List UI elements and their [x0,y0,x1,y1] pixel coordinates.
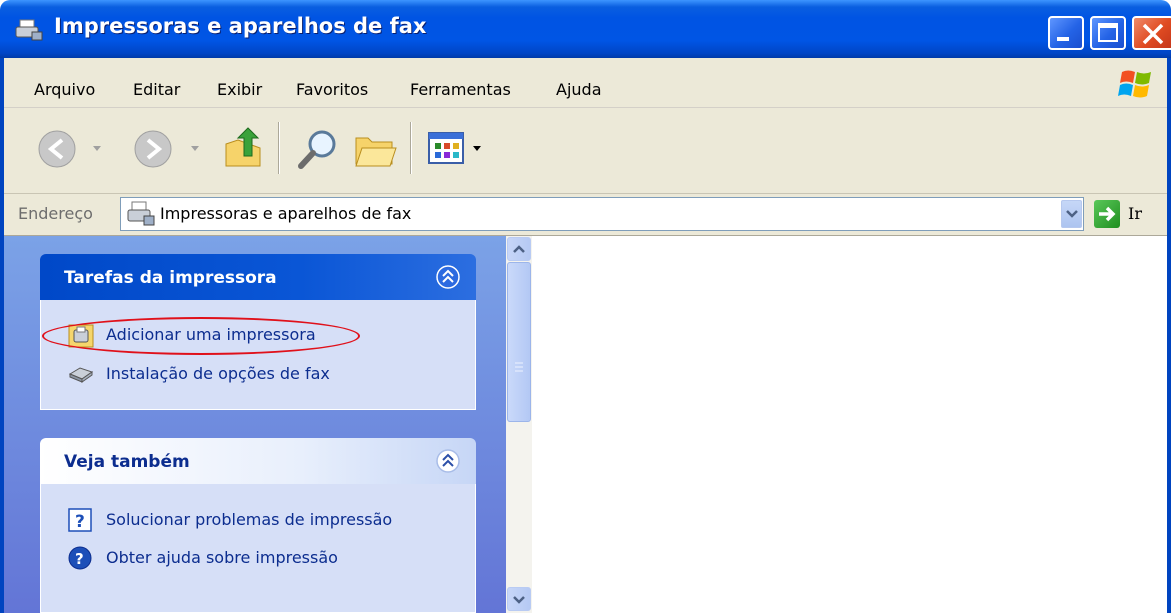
go-label[interactable]: Ir [1128,204,1142,223]
search-icon[interactable] [296,126,340,172]
highlight-annotation [42,317,360,355]
menu-editar[interactable]: Editar [133,80,180,99]
arrow-right-icon [1099,206,1116,222]
go-button[interactable] [1094,200,1120,228]
task-help[interactable]: Obter ajuda sobre impressão [106,548,338,567]
svg-text:?: ? [75,512,85,532]
collapse-icon[interactable] [436,265,460,289]
window-border [0,58,4,613]
scroll-down-button[interactable] [507,587,531,611]
window-border [1167,58,1171,613]
windows-logo-icon [1118,70,1151,98]
address-label: Endereço [18,204,93,223]
title-bar[interactable]: Impressoras e aparelhos de fax [0,0,1171,58]
close-button[interactable] [1132,16,1171,50]
minimize-button[interactable] [1048,16,1084,50]
scroll-up-button[interactable] [507,237,531,261]
folders-icon[interactable] [352,128,398,170]
window-title: Impressoras e aparelhos de fax [54,14,427,38]
group-title: Veja também [64,452,190,472]
views-dropdown-icon[interactable] [472,145,482,153]
up-folder-icon[interactable] [222,126,266,172]
task-fax-setup[interactable]: Instalação de opções de fax [106,364,330,383]
content-area[interactable] [532,236,1171,613]
scroll-thumb[interactable] [507,262,531,422]
svg-text:?: ? [75,550,84,568]
printer-tasks-header[interactable]: Tarefas da impressora [40,254,476,300]
menu-items: Arquivo Editar Exibir Favoritos Ferramen… [0,58,1171,108]
forward-dropdown-icon[interactable] [190,145,200,153]
printer-fax-icon [127,201,155,226]
chevron-down-icon [513,596,525,604]
chevron-down-icon [1066,210,1078,218]
minimize-icon [1057,37,1069,41]
menu-ajuda[interactable]: Ajuda [556,80,602,99]
see-also-header[interactable]: Veja também [40,438,476,484]
task-troubleshoot[interactable]: Solucionar problemas de impressão [106,510,392,529]
forward-icon[interactable] [132,128,174,170]
views-icon[interactable] [428,132,466,166]
explorer-window: Impressoras e aparelhos de fax Arquivo E… [0,0,1171,613]
menu-arquivo[interactable]: Arquivo [34,80,95,99]
maximize-button[interactable] [1090,16,1126,50]
maximize-icon [1098,23,1118,42]
printer-tasks-body [40,300,476,410]
close-icon [1142,23,1164,45]
vertical-scrollbar[interactable] [506,236,532,613]
fax-icon [68,367,94,383]
back-dropdown-icon[interactable] [92,145,102,153]
chevron-up-icon [513,245,525,253]
menu-exibir[interactable]: Exibir [217,80,262,99]
toolbar-separator [278,122,280,174]
menu-ferramentas[interactable]: Ferramentas [410,80,511,99]
troubleshoot-icon: ? [68,508,92,532]
address-value[interactable]: Impressoras e aparelhos de fax [160,204,411,223]
back-icon[interactable] [36,128,78,170]
menu-favoritos[interactable]: Favoritos [296,80,368,99]
collapse-icon[interactable] [436,449,460,473]
toolbar [0,108,1171,194]
address-dropdown-button[interactable] [1061,200,1082,228]
toolbar-separator [410,122,412,174]
group-title: Tarefas da impressora [64,268,277,288]
grip-icon [515,362,523,372]
printer-fax-icon [15,19,43,41]
help-icon: ? [68,546,92,570]
